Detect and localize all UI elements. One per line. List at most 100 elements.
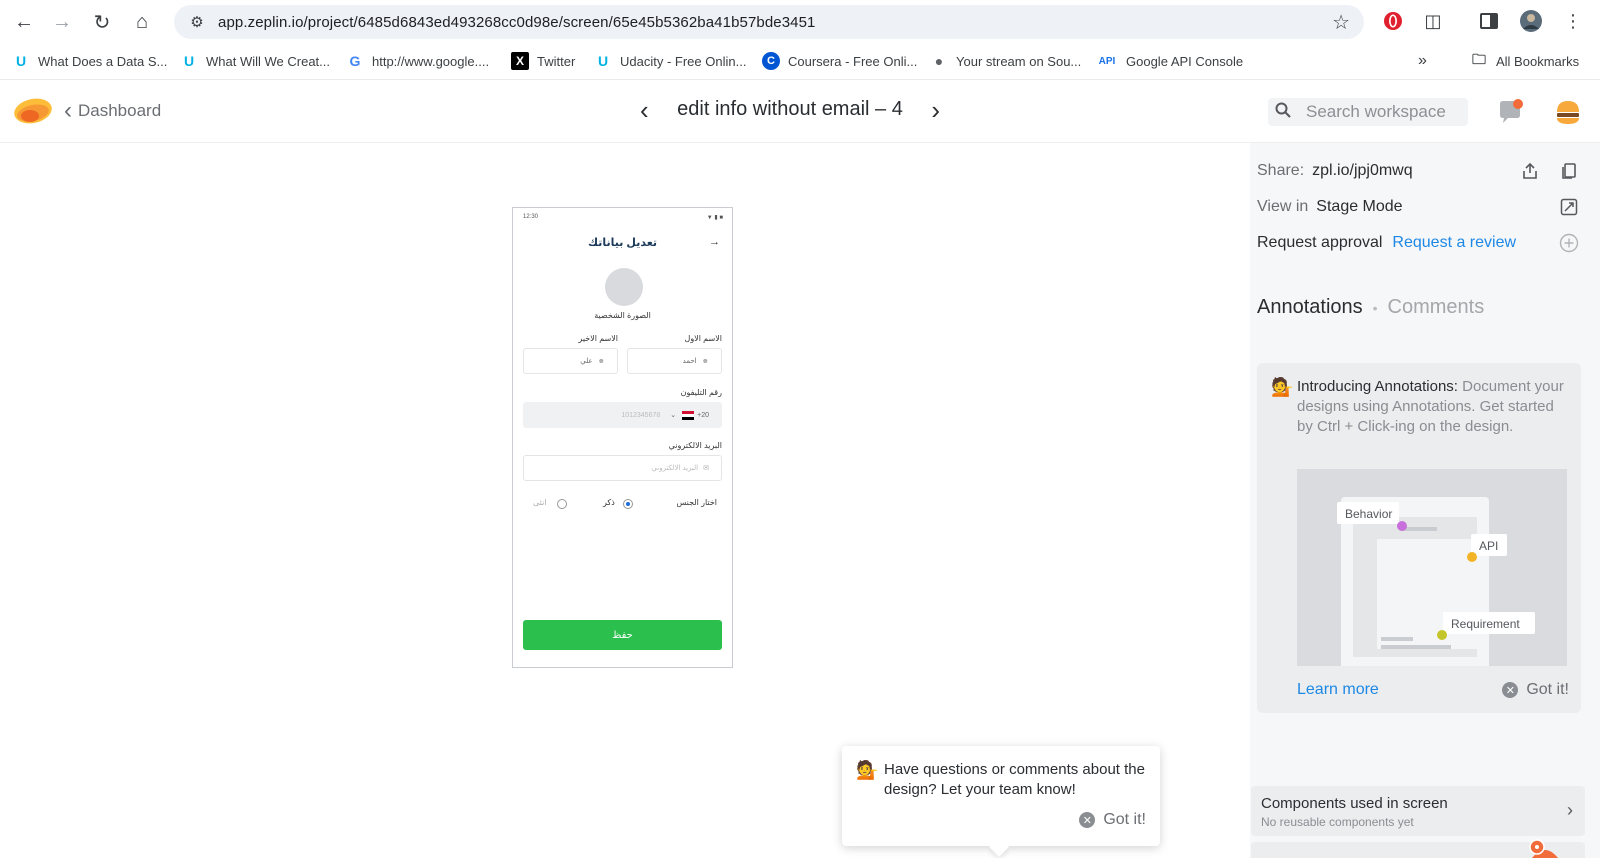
status-time: 12:30 [523, 214, 539, 220]
email-label: البريد الالكتروني [668, 441, 722, 450]
email-placeholder: البريد الالكتروني [651, 465, 699, 472]
stage-mode-icon[interactable] [1558, 196, 1580, 218]
email-field: البريد الالكتروني ✉ [523, 455, 722, 481]
side-panel-icon[interactable] [1476, 8, 1502, 34]
person-emoji-icon: 💁 [856, 760, 879, 780]
tab-annotations[interactable]: Annotations [1257, 296, 1363, 319]
bookmark-label: Google API Console [1126, 53, 1244, 69]
learn-more-link[interactable]: Learn more [1297, 681, 1379, 699]
opera-extension-icon[interactable] [1380, 8, 1406, 34]
bookmark-item[interactable]: U What Does a Data S... [12, 52, 167, 70]
profile-photo-placeholder [605, 268, 643, 306]
annotations-intro-text: Introducing Annotations: Document your d… [1297, 377, 1567, 437]
bookmark-star-icon[interactable]: ☆ [1332, 10, 1350, 35]
back-arrow-icon[interactable]: ← [8, 6, 40, 38]
search-workspace-input[interactable]: Search workspace [1268, 98, 1468, 126]
browser-toolbar: ← → ↻ ⌂ ⚙ app.zeplin.io/project/6485d684… [0, 0, 1600, 44]
chevron-left-icon: ‹ [64, 97, 72, 124]
signal-battery-icon: ▼ ▮ ■ [706, 215, 723, 221]
help-widget-icon[interactable] [1528, 838, 1562, 858]
stage-mode-link[interactable]: Stage Mode [1316, 198, 1402, 216]
reload-icon[interactable]: ↻ [86, 6, 118, 38]
site-settings-icon[interactable]: ⚙ [182, 13, 212, 31]
illustration-api-label: API [1479, 539, 1499, 553]
phone-code: +20 [697, 411, 709, 419]
bookmarks-overflow-button[interactable]: » [1418, 52, 1427, 70]
components-subtitle: No reusable components yet [1261, 815, 1414, 829]
zeplin-logo-icon[interactable] [12, 94, 54, 128]
previous-screen-icon[interactable]: ‹ [640, 97, 649, 123]
tooltip-dismiss-button[interactable]: ✕ Got it! [1079, 811, 1146, 829]
chevron-down-icon: ⌄ [670, 412, 677, 419]
forward-arrow-icon[interactable]: → [46, 6, 78, 38]
google-icon: G [349, 53, 361, 69]
bookmark-label: Twitter [537, 53, 576, 69]
user-avatar-icon[interactable] [1554, 98, 1582, 126]
tab-separator: • [1372, 299, 1378, 316]
app-header: ‹ Dashboard ‹ edit info without email – … [0, 80, 1600, 143]
phone-field: 1012345678 ⌄ +20 [523, 402, 722, 428]
artboard-save-button: حفظ [523, 620, 722, 650]
bookmark-label: Udacity - Free Onlin... [620, 53, 747, 69]
bookmark-item[interactable]: ● Your stream on Sou... [930, 52, 1082, 70]
bookmark-item[interactable]: C Coursera - Free Onli... [762, 52, 917, 70]
browser-menu-icon[interactable]: ⋮ [1560, 8, 1586, 34]
bookmark-item[interactable]: U Udacity - Free Onlin... [594, 52, 747, 70]
components-section[interactable]: Components used in screen No reusable co… [1251, 786, 1585, 836]
request-review-link[interactable]: Request a review [1392, 234, 1516, 252]
x-twitter-icon: X [511, 52, 529, 70]
user-icon: ☻ [701, 357, 709, 365]
annotations-dismiss-button[interactable]: ✕ Got it! [1502, 681, 1569, 699]
screen-artboard[interactable]: 12:30 ▼ ▮ ■ تعديل بياناتك → الصورة الشخص… [512, 207, 733, 668]
screen-title: edit info without email – 4 [677, 98, 903, 120]
phone-label: رقم التليفون [680, 388, 722, 397]
udacity-icon: U [597, 53, 609, 69]
extensions-puzzle-icon[interactable]: ◫ [1420, 8, 1446, 34]
comment-onboarding-tooltip: 💁 Have questions or comments about the d… [842, 746, 1160, 846]
dashboard-back-link[interactable]: ‹ Dashboard [64, 97, 162, 124]
profile-avatar-icon[interactable] [1518, 8, 1544, 34]
add-circle-icon[interactable] [1558, 232, 1580, 254]
share-link[interactable]: zpl.io/jpj0mwq [1312, 162, 1412, 180]
artboard-title: تعديل بياناتك [587, 237, 658, 249]
photo-label: الصورة الشخصية [594, 311, 651, 320]
url-text: app.zeplin.io/project/6485d6843ed493268c… [218, 13, 816, 31]
male-radio [623, 499, 633, 509]
folder-icon: 🗀 [1472, 51, 1486, 67]
next-screen-icon[interactable]: › [931, 97, 940, 123]
all-bookmarks-label: All Bookmarks [1496, 53, 1580, 69]
udacity-icon: U [15, 53, 27, 69]
close-circle-icon: ✕ [1502, 682, 1519, 698]
user-icon: ☻ [597, 357, 605, 365]
address-bar[interactable]: ⚙ app.zeplin.io/project/6485d6843ed49326… [174, 5, 1364, 39]
first-name-field: احمد ☻ [627, 348, 722, 374]
bookmark-label: What Does a Data S... [38, 53, 168, 69]
illustration-behavior-label: Behavior [1345, 507, 1393, 521]
home-icon[interactable]: ⌂ [126, 6, 158, 38]
all-bookmarks-button[interactable]: 🗀 All Bookmarks [1470, 51, 1580, 70]
view-mode-row: View in Stage Mode [1257, 198, 1403, 216]
illustration-requirement-label: Requirement [1451, 617, 1520, 631]
tab-comments[interactable]: Comments [1388, 296, 1485, 319]
coursera-icon: C [762, 52, 780, 70]
share-export-icon[interactable] [1519, 160, 1541, 182]
mail-icon: ✉ [703, 465, 709, 472]
bookmark-item[interactable]: U What Will We Creat... [180, 52, 330, 70]
bookmark-item[interactable]: Ghttp://www.google.... [346, 52, 490, 70]
first-name-label: الاسم الاول [684, 334, 723, 343]
phone-placeholder: 1012345678 [621, 411, 661, 419]
annotations-dismiss-label: Got it! [1526, 681, 1569, 698]
last-name-label: الاسم الاخير [578, 334, 618, 343]
gender-row: اختار الجنس ذكر انثى [525, 497, 721, 511]
annotations-intro-title: Introducing Annotations: [1297, 378, 1458, 395]
status-bar: 12:30 ▼ ▮ ■ [523, 214, 723, 224]
design-canvas[interactable]: 12:30 ▼ ▮ ■ تعديل بياناتك → الصورة الشخص… [0, 143, 1250, 858]
dashboard-label: Dashboard [78, 101, 162, 120]
bookmark-item[interactable]: API Google API Console [1096, 52, 1243, 70]
egypt-flag-icon [682, 410, 695, 420]
screen-title-nav: ‹ edit info without email – 4 › [640, 97, 940, 123]
female-label: انثى [533, 498, 547, 507]
bookmark-item[interactable]: X Twitter [511, 52, 575, 70]
copy-icon[interactable] [1558, 160, 1580, 182]
notifications-icon[interactable] [1496, 98, 1524, 126]
